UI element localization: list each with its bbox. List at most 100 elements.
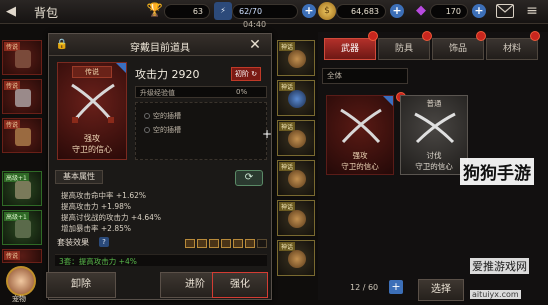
dual-blades-icon [71, 83, 115, 123]
socket-icon [144, 127, 150, 133]
notification-dot [368, 31, 378, 41]
set-effect-label: 套装效果 [57, 238, 89, 247]
remove-button[interactable]: 卸除 [46, 272, 116, 298]
set-bonus-bar: 3套：提高攻击力 +4% [55, 254, 267, 266]
gem-icon: ◆ [416, 3, 426, 18]
energy-icon: ⚡ [214, 2, 232, 20]
set-piece-icon [221, 239, 231, 248]
tab-materials[interactable]: 材料 [486, 38, 538, 60]
socket-icon [144, 113, 150, 119]
rarity-tag: 神话 [279, 42, 296, 51]
ring-icon [288, 170, 306, 188]
gem-count: 170 [430, 4, 468, 19]
set-piece-icon [257, 239, 267, 248]
trophy-count: 63 [164, 4, 210, 19]
tier-badge: 初阶 ↻ [231, 67, 262, 81]
equipment-slot[interactable]: 神话 [277, 240, 315, 276]
equipment-slot[interactable]: 神话 [277, 120, 315, 156]
inventory-slot[interactable]: 高级+1 [2, 210, 42, 245]
select-button[interactable]: 选择 [418, 279, 464, 301]
add-socket-button[interactable]: + [261, 128, 273, 140]
bracelet-icon [288, 250, 306, 268]
inventory-count: 12 / 60 [350, 283, 379, 292]
dual-blades-icon [340, 108, 382, 144]
set-bonus-text: 3套：提高攻击力 +4% [59, 257, 137, 266]
gold-coin-icon: $ [318, 2, 336, 20]
watermark-logo: 狗狗手游 [460, 158, 534, 185]
inventory-slot[interactable]: 传说 [2, 40, 42, 75]
rarity-tag: 传说 [72, 66, 112, 78]
trophy-icon: 🏆 [146, 3, 164, 18]
rarity-tag: 神话 [279, 82, 296, 91]
attribute-line: 提高讨伐战的攻击力 +4.64% [61, 213, 161, 222]
pet-icon[interactable] [6, 266, 36, 296]
energy-value: 62/70 [239, 7, 263, 16]
pet-label: 宠物 [12, 295, 26, 303]
socket-panel: 空的插槽 空的插槽 [135, 102, 267, 160]
energy-display: 62/70 04:40 [232, 4, 298, 29]
reroll-button[interactable]: ⟳ [235, 170, 263, 186]
rarity-label: 普通 [426, 99, 442, 108]
item-caption-line2: 守卫的信心 [415, 162, 453, 171]
help-icon[interactable]: ? [99, 237, 109, 247]
notification-dot [530, 31, 540, 41]
mail-icon[interactable] [496, 4, 514, 18]
rarity-tag: 神话 [279, 122, 296, 131]
notification-dot [422, 31, 432, 41]
boots-icon [15, 220, 31, 238]
expand-inventory-button[interactable]: + [389, 280, 403, 294]
socket-label: 空的插槽 [153, 112, 181, 120]
close-button[interactable]: ✕ [247, 37, 263, 53]
attribute-line: 提高攻击命中率 +1.62% [61, 191, 146, 200]
socket-label: 空的插槽 [153, 126, 181, 134]
accessory-icon [288, 50, 306, 68]
energy-timer: 04:40 [243, 20, 267, 29]
dialog-title: 穿戴目前道具 [130, 43, 190, 54]
corner-marker [383, 96, 393, 106]
armor-icon [15, 89, 31, 107]
add-gem-button[interactable]: + [472, 4, 486, 18]
ring-icon [288, 210, 306, 228]
socket-slot[interactable]: 空的插槽 [144, 111, 181, 121]
set-piece-icon [245, 239, 255, 248]
inventory-slot[interactable]: 高级+1 [2, 171, 42, 206]
corner-marker [116, 63, 126, 73]
item-caption-line1: 强攻 [352, 151, 368, 160]
enhance-button[interactable]: 强化 [212, 272, 268, 298]
pants-icon [15, 181, 31, 199]
menu-icon[interactable]: ≡ [522, 3, 542, 19]
helmet-icon [15, 50, 31, 68]
item-caption-line2: 守卫的信心 [72, 145, 112, 154]
rarity-tag: 神话 [279, 162, 296, 171]
inventory-slot[interactable]: 传说 [2, 118, 42, 153]
equipment-slot[interactable]: 神话 [277, 40, 315, 76]
inventory-slot[interactable]: 传说 [2, 79, 42, 114]
rarity-tag: 传说 [4, 251, 21, 260]
upgrade-xp-bar: 升级经验值 0% [135, 86, 267, 98]
item-card: 传说 强攻 守卫的信心 [57, 62, 127, 160]
tier-badge-label: 初阶 [235, 70, 249, 78]
tab-basic-attributes[interactable]: 基本属性 [55, 170, 103, 184]
tab-armor[interactable]: 防具 [378, 38, 430, 60]
tab-weapons[interactable]: 武器 [324, 38, 376, 60]
equipment-slot[interactable]: 神话 [277, 80, 315, 116]
xp-value: 0% [236, 88, 248, 96]
add-gold-button[interactable]: + [390, 4, 404, 18]
filter-dropdown[interactable]: 全体 [322, 68, 408, 84]
refresh-icon: ↻ [251, 70, 258, 78]
gold-count: 64,683 [336, 4, 386, 19]
xp-label: 升级经验值 [140, 89, 175, 97]
set-piece-icon [233, 239, 243, 248]
watermark-site-name: 爱推游戏网 [470, 258, 529, 274]
equipment-slot[interactable]: 神话 [277, 160, 315, 196]
attribute-line: 提高攻击力 +1.98% [61, 202, 131, 211]
rarity-tag: 神话 [279, 242, 296, 251]
add-energy-button[interactable]: + [302, 4, 316, 18]
item-card[interactable]: 普通 讨伐 守卫的信心 [400, 95, 468, 175]
back-arrow-icon[interactable]: ◀ [6, 4, 22, 20]
tab-accessories[interactable]: 饰品 [432, 38, 484, 60]
socket-slot[interactable]: 空的插槽 [144, 125, 181, 135]
item-card[interactable]: 强攻 守卫的信心 [326, 95, 394, 175]
inventory-slot[interactable]: 传说 [2, 249, 42, 263]
equipment-slot[interactable]: 神话 [277, 200, 315, 236]
